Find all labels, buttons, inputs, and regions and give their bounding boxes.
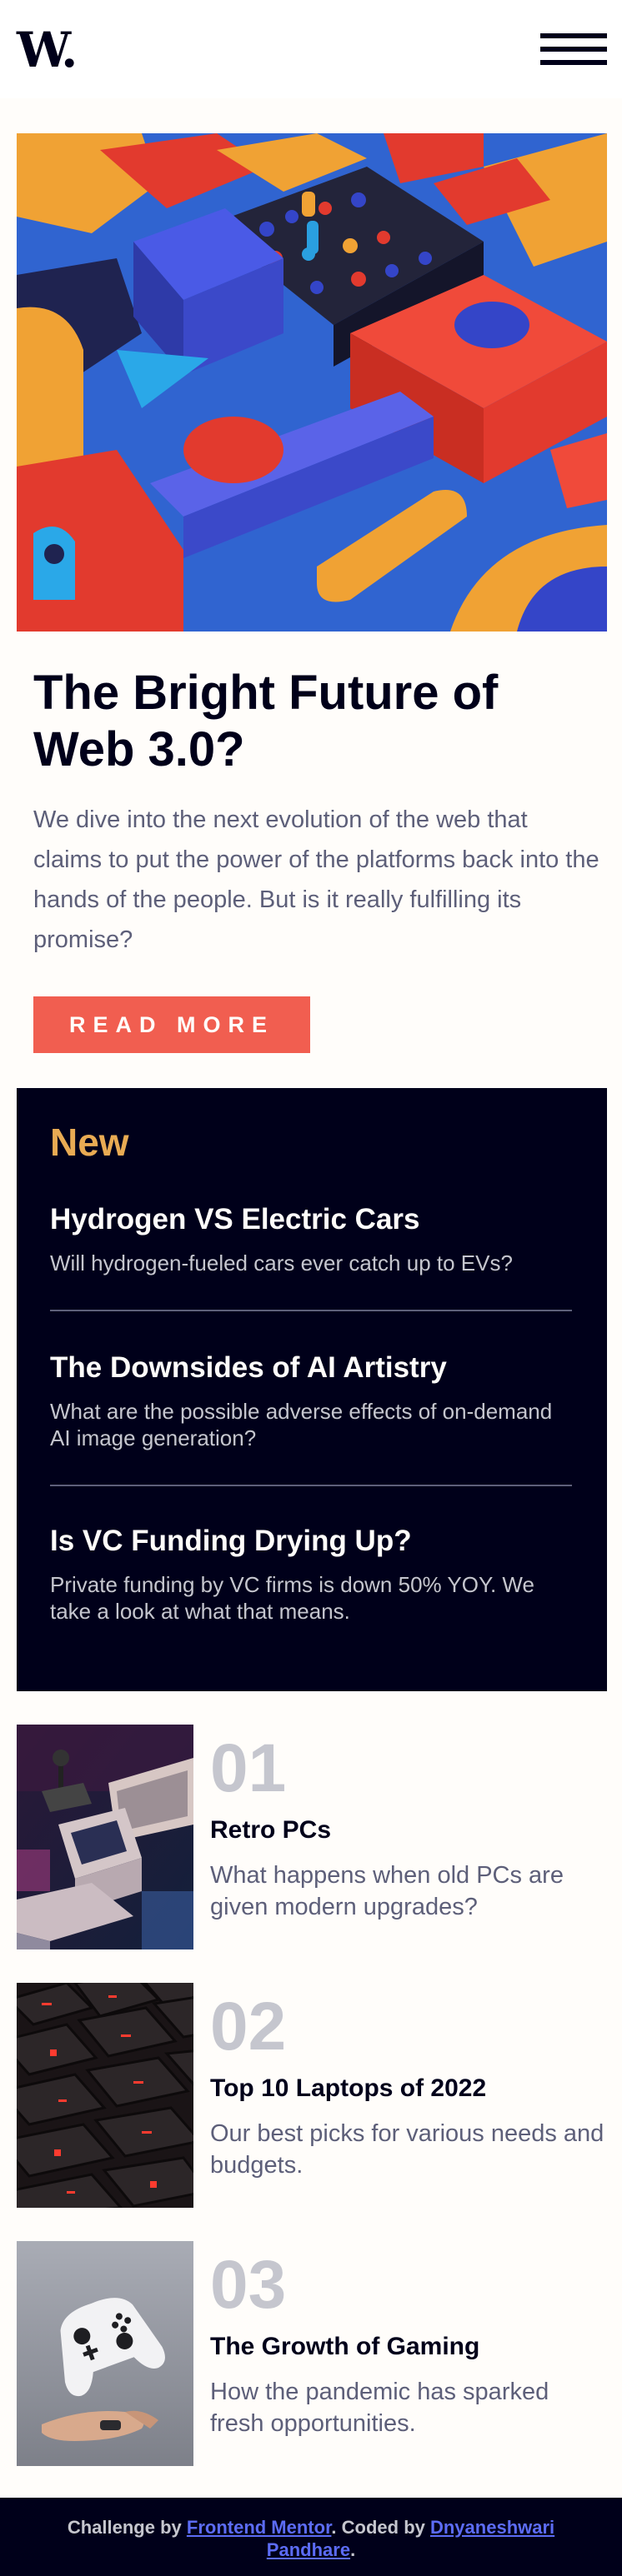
new-item-title[interactable]: Is VC Funding Drying Up? xyxy=(50,1523,572,1560)
new-item-title[interactable]: Hydrogen VS Electric Cars xyxy=(50,1201,572,1238)
article-number: 01 xyxy=(210,1730,287,1806)
logo[interactable]: W. xyxy=(17,25,78,75)
article-card: 03 The Growth of Gaming How the pandemic… xyxy=(17,2241,607,2466)
article-description: What happens when old PCs are given mode… xyxy=(210,1862,564,1920)
article-card: 02 Top 10 Laptops of 2022 Our best picks… xyxy=(17,1983,607,2208)
abstract-3d-blocks-image xyxy=(17,133,607,632)
new-item-title[interactable]: The Downsides of AI Artistry xyxy=(50,1350,572,1386)
article-title[interactable]: Retro PCs xyxy=(210,1815,331,1846)
laptop-keyboard-image[interactable] xyxy=(17,1983,193,2208)
new-item-description: What are the possible adverse effects of… xyxy=(50,1399,553,1450)
new-item-description: Private funding by VC firms is down 50% … xyxy=(50,1572,534,1624)
site-footer: Challenge by Frontend Mentor. Coded by D… xyxy=(0,2498,622,2576)
game-controller-image[interactable] xyxy=(17,2241,193,2466)
article-title[interactable]: Top 10 Laptops of 2022 xyxy=(210,2073,486,2104)
new-item-description: Will hydrogen-fueled cars ever catch up … xyxy=(50,1251,513,1276)
hero-image xyxy=(17,133,607,632)
article-number: 02 xyxy=(210,1989,287,2064)
article-card: 01 Retro PCs What happens when old PCs a… xyxy=(17,1725,607,1949)
site-header: W. xyxy=(0,0,622,98)
article-description: How the pandemic has sparked fresh oppor… xyxy=(210,2379,549,2437)
read-more-button[interactable]: READ MORE xyxy=(33,996,310,1053)
retro-pc-image[interactable] xyxy=(17,1725,193,1949)
hero-description: We dive into the next evolution of the w… xyxy=(33,806,599,953)
hamburger-menu-icon[interactable] xyxy=(540,33,607,65)
new-item: The Downsides of AI Artistry What are th… xyxy=(50,1350,572,1451)
hero-title: The Bright Future of Web 3.0? xyxy=(33,666,499,776)
menu-bar xyxy=(540,33,607,38)
menu-bar xyxy=(540,47,607,52)
footer-text: . xyxy=(350,2539,356,2560)
footer-text: . Coded by xyxy=(331,2517,430,2538)
new-item: Hydrogen VS Electric Cars Will hydrogen-… xyxy=(50,1201,572,1276)
frontend-mentor-link[interactable]: Frontend Mentor xyxy=(187,2517,332,2538)
divider xyxy=(50,1310,572,1311)
new-articles-panel: New Hydrogen VS Electric Cars Will hydro… xyxy=(17,1088,607,1691)
divider xyxy=(50,1485,572,1486)
footer-text: Challenge by xyxy=(67,2517,187,2538)
article-number: 03 xyxy=(210,2247,287,2323)
new-heading: New xyxy=(50,1121,129,1164)
new-item: Is VC Funding Drying Up? Private funding… xyxy=(50,1523,572,1625)
article-description: Our best picks for various needs and bud… xyxy=(210,2120,604,2179)
menu-bar xyxy=(540,60,607,65)
article-title[interactable]: The Growth of Gaming xyxy=(210,2331,479,2363)
